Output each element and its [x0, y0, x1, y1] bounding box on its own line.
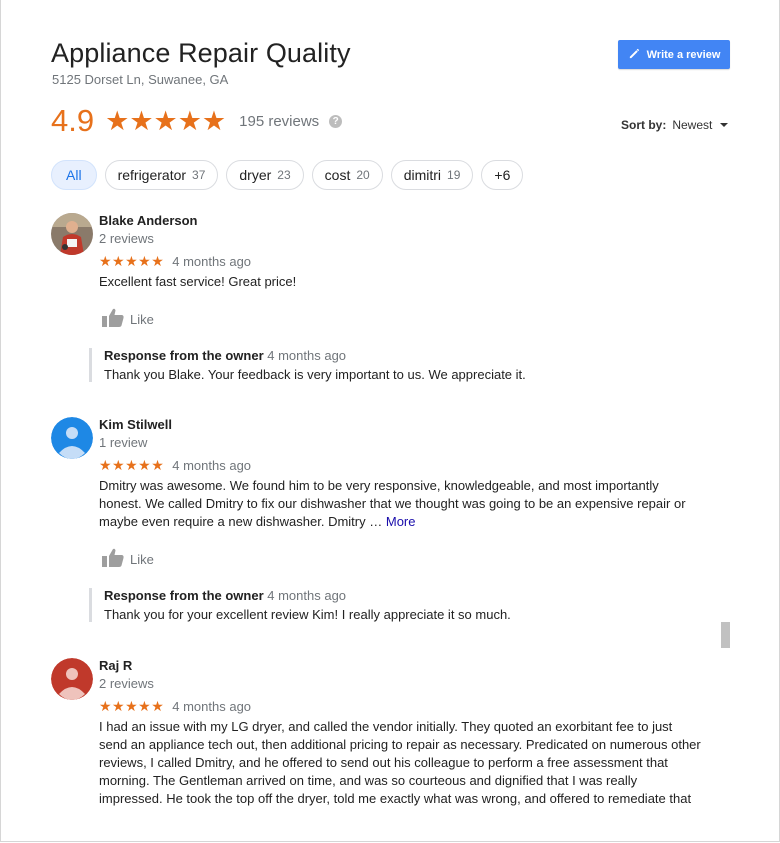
rating-stars: ★★★★★: [105, 105, 227, 136]
owner-response-text: Thank you for your excellent review Kim!…: [104, 607, 511, 622]
owner-response-label: Response from the owner: [104, 588, 264, 603]
caret-down-icon: [720, 123, 729, 127]
chip-all[interactable]: All: [51, 160, 97, 190]
owner-response-header: Response from the owner 4 months ago: [104, 348, 704, 363]
review-rating: ★★★★★ 4 months ago: [99, 698, 251, 715]
rating-value: 4.9: [51, 103, 95, 138]
more-link[interactable]: More: [386, 514, 416, 529]
review-item: Kim Stilwell 1 review ★★★★★ 4 months ago…: [51, 417, 721, 637]
chip-count: 37: [192, 168, 206, 182]
review-text: Dmitry was awesome. We found him to be v…: [99, 477, 694, 531]
sort-label: Sort by:: [621, 118, 667, 132]
scrollbar-thumb[interactable]: [721, 622, 730, 648]
chip-count: 23: [277, 168, 291, 182]
chip-label: dryer: [239, 167, 272, 183]
owner-response: Response from the owner 4 months ago Tha…: [89, 588, 704, 622]
chip-label: +6: [494, 167, 511, 183]
chip-label: refrigerator: [117, 167, 187, 183]
thumbs-up-icon: [101, 308, 125, 331]
thumbs-up-icon: [101, 548, 125, 571]
review-item: Blake Anderson 2 reviews ★★★★★ 4 months …: [51, 213, 721, 393]
chip-cost[interactable]: cost 20: [311, 160, 383, 190]
review-stars: ★★★★★: [99, 457, 165, 473]
business-address: 5125 Dorset Ln, Suwanee, GA: [52, 72, 229, 87]
review-date: 4 months ago: [172, 699, 252, 714]
sort-dropdown[interactable]: Sort by: Newest: [621, 118, 729, 132]
chip-label: All: [66, 167, 82, 183]
review-date: 4 months ago: [172, 254, 252, 269]
review-rating: ★★★★★ 4 months ago: [99, 253, 251, 270]
chip-dryer[interactable]: dryer 23: [226, 160, 304, 190]
write-review-button[interactable]: Write a review: [618, 40, 730, 69]
owner-response-text: Thank you Blake. Your feedback is very i…: [104, 367, 526, 382]
owner-response: Response from the owner 4 months ago Tha…: [89, 348, 704, 382]
review-date: 4 months ago: [172, 458, 252, 473]
sort-value: Newest: [672, 118, 713, 132]
reviewer-review-count: 2 reviews: [99, 231, 154, 246]
review-stars: ★★★★★: [99, 253, 165, 269]
owner-response-date: 4 months ago: [267, 588, 347, 603]
chip-label: dimitri: [403, 167, 442, 183]
chip-more[interactable]: +6: [481, 160, 524, 190]
like-label: Like: [130, 312, 154, 327]
reviews-panel: Appliance Repair Quality 5125 Dorset Ln,…: [0, 0, 780, 842]
owner-response-date: 4 months ago: [267, 348, 347, 363]
pencil-icon: [628, 47, 641, 63]
help-icon[interactable]: ?: [329, 114, 343, 128]
business-title: Appliance Repair Quality: [51, 38, 351, 68]
chip-count: 20: [356, 168, 370, 182]
write-review-label: Write a review: [646, 48, 721, 61]
like-button[interactable]: Like: [101, 548, 154, 571]
owner-response-label: Response from the owner: [104, 348, 264, 363]
reviewer-name[interactable]: Blake Anderson: [99, 213, 198, 228]
chip-refrigerator[interactable]: refrigerator 37: [104, 160, 219, 190]
review-stars: ★★★★★: [99, 698, 165, 714]
avatar-photo[interactable]: [51, 213, 93, 255]
like-button[interactable]: Like: [101, 308, 154, 331]
chip-dimitri[interactable]: dimitri 19: [390, 160, 474, 190]
chip-label: cost: [324, 167, 351, 183]
review-text: I had an issue with my LG dryer, and cal…: [99, 719, 701, 806]
reviewer-review-count: 2 reviews: [99, 676, 154, 691]
review-text: Excellent fast service! Great price!: [99, 274, 297, 289]
reviewer-name[interactable]: Raj R: [99, 658, 132, 673]
review-item: Raj R 2 reviews ★★★★★ 4 months ago I had…: [51, 658, 721, 808]
rating-summary: 4.9 ★★★★★ 195 reviews ?: [51, 101, 343, 141]
reviewer-name[interactable]: Kim Stilwell: [99, 417, 172, 432]
reviewer-review-count: 1 review: [99, 435, 148, 450]
avatar-default[interactable]: [51, 658, 93, 700]
reviews-count: 195 reviews: [239, 112, 320, 130]
review-rating: ★★★★★ 4 months ago: [99, 457, 251, 474]
avatar-default[interactable]: [51, 417, 93, 459]
chip-count: 19: [447, 168, 461, 182]
like-label: Like: [130, 552, 154, 567]
topic-filter-chips: All refrigerator 37 dryer 23 cost 20 dim…: [51, 160, 524, 190]
owner-response-header: Response from the owner 4 months ago: [104, 588, 704, 603]
